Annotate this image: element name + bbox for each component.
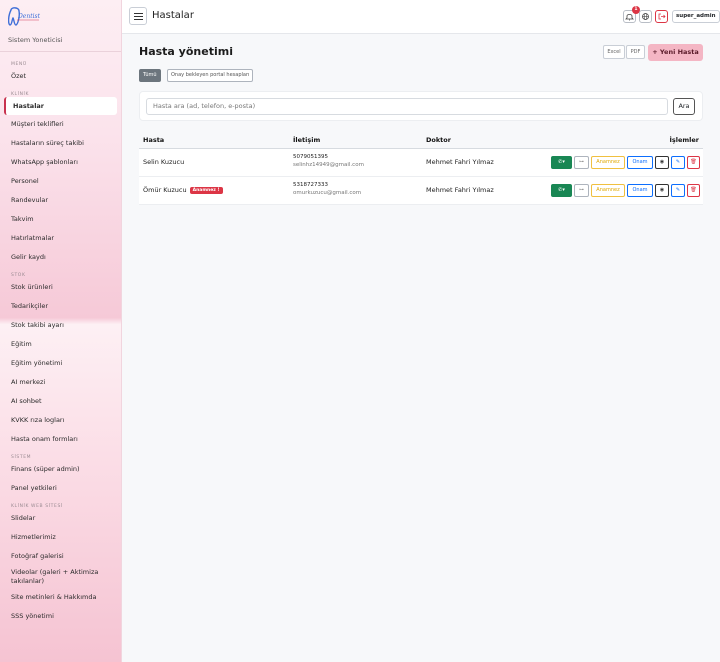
sidebar-item-hatirlatmalar[interactable]: Hatırlatmalar: [0, 229, 121, 248]
search-button[interactable]: Ara: [673, 98, 695, 115]
pencil-icon: ✎: [675, 187, 681, 193]
sidebar-item-takvim[interactable]: Takvim: [0, 210, 121, 229]
anamnez-warning-badge: Anamnez !: [189, 187, 223, 194]
patient-phone: 5318727333: [293, 182, 328, 188]
sidebar-item-randevular[interactable]: Randevular: [0, 191, 121, 210]
sidebar-item-egitim[interactable]: Eğitim: [0, 335, 121, 354]
header-patient: Hasta: [143, 136, 165, 144]
whatsapp-button[interactable]: ✆▾: [551, 156, 572, 169]
patients-table: Hasta İletişim Doktor İşlemler Selin Kuz…: [139, 132, 703, 205]
sidebar-item-finans[interactable]: Finans (süper admin): [0, 460, 121, 479]
hamburger-menu-button[interactable]: [129, 7, 147, 25]
language-button[interactable]: [639, 10, 652, 23]
header-contact: İletişim: [293, 136, 321, 144]
logo[interactable]: Dentist: [0, 0, 121, 30]
new-patient-button[interactable]: + Yeni Hasta: [648, 44, 703, 61]
key-icon: ⊶: [579, 187, 584, 193]
logout-icon: [658, 13, 666, 20]
filter-all[interactable]: Tümü: [139, 69, 161, 82]
sidebar-item-tedarikciler[interactable]: Tedarikçiler: [0, 297, 121, 316]
sidebar-item-stok-ayari[interactable]: Stok takibi ayarı: [0, 316, 121, 335]
eye-icon: ◉: [659, 187, 665, 193]
trash-icon: 🗑: [690, 187, 697, 193]
onam-button[interactable]: Onam: [627, 184, 653, 197]
sidebar-item-fotograf[interactable]: Fotoğraf galerisi: [0, 547, 121, 566]
topbar-title: Hastalar: [152, 10, 194, 21]
edit-button[interactable]: ✎: [671, 184, 685, 197]
contact-cell: 5079051395 selinhz14949@gmail.com: [293, 154, 364, 168]
sidebar-item-whatsapp[interactable]: WhatsApp şablonları: [0, 153, 121, 172]
user-menu[interactable]: super_admin: [672, 10, 720, 23]
sidebar-item-panel-yetkileri[interactable]: Panel yetkileri: [0, 479, 121, 498]
patient-name-cell: Ömür Kuzucu Anamnez !: [143, 186, 223, 194]
sidebar-item-teklifler[interactable]: Müşteri teklifleri: [0, 115, 121, 134]
tooth-logo-icon: Dentist: [7, 7, 41, 26]
patient-phone: 5079051395: [293, 154, 328, 160]
table-row: Selin Kuzucu 5079051395 selinhz14949@gma…: [139, 149, 703, 177]
sidebar-item-ozet[interactable]: Özet: [0, 67, 121, 86]
table-row: Ömür Kuzucu Anamnez ! 5318727333 omurkuzu…: [139, 177, 703, 205]
table-header: Hasta İletişim Doktor İşlemler: [139, 132, 703, 149]
hamburger-icon: [134, 13, 143, 14]
search-input[interactable]: Hasta ara (ad, telefon, e-posta): [146, 98, 668, 115]
patient-email: omurkuzucu@gmail.com: [293, 190, 362, 196]
filter-pending-portal[interactable]: Onay bekleyen portal hesapları: [167, 69, 254, 82]
sidebar-item-site-metinleri[interactable]: Site metinleri & Hakkımda: [0, 588, 121, 607]
patient-name[interactable]: Ömür Kuzucu: [143, 186, 187, 194]
contact-cell: 5318727333 omurkuzucu@gmail.com: [293, 182, 361, 196]
whatsapp-icon: ✆▾: [558, 187, 565, 193]
sidebar-item-surec[interactable]: Hastaların süreç takibi: [0, 134, 121, 153]
patient-doctor: Mehmet Fahri Yılmaz: [426, 186, 494, 194]
sidebar-item-stok-urunleri[interactable]: Stok ürünleri: [0, 278, 121, 297]
sidebar-item-slidelar[interactable]: Slidelar: [0, 509, 121, 528]
eye-icon: ◉: [659, 159, 665, 165]
edit-button[interactable]: ✎: [671, 156, 685, 169]
sidebar-item-kvkk[interactable]: KVKK rıza logları: [0, 411, 121, 430]
onam-button[interactable]: Onam: [627, 156, 653, 169]
globe-icon: [642, 13, 649, 20]
search-card: Hasta ara (ad, telefon, e-posta) Ara: [139, 91, 703, 121]
sidebar-item-hastalar[interactable]: Hastalar: [4, 97, 117, 115]
sidebar-item-personel[interactable]: Personel: [0, 172, 121, 191]
sidebar-item-hizmetlerimiz[interactable]: Hizmetlerimiz: [0, 528, 121, 547]
delete-button[interactable]: 🗑: [687, 184, 700, 197]
patient-email: selinhz14949@gmail.com: [293, 162, 364, 168]
logout-button[interactable]: [655, 10, 668, 23]
page-title: Hasta yönetimi: [139, 45, 233, 58]
key-icon: ⊶: [579, 159, 584, 165]
trash-icon: 🗑: [690, 159, 697, 165]
sidebar-item-onam[interactable]: Hasta onam formları: [0, 430, 121, 449]
patient-doctor: Mehmet Fahri Yılmaz: [426, 158, 494, 166]
sidebar-item-egitim-yonetimi[interactable]: Eğitim yönetimi: [0, 354, 121, 373]
whatsapp-icon: ✆▾: [558, 159, 565, 165]
view-button[interactable]: ◉: [655, 156, 669, 169]
pencil-icon: ✎: [675, 159, 681, 165]
user-role: Sistem Yoneticisi: [8, 36, 63, 44]
header-doctor: Doktor: [426, 136, 451, 144]
anamnez-button[interactable]: Anamnez: [591, 156, 625, 169]
sidebar: Dentist Sistem Yoneticisi MENÜ Özet KLİN…: [0, 0, 122, 662]
patient-name[interactable]: Selin Kuzucu: [143, 158, 184, 166]
svg-text:Dentist: Dentist: [17, 13, 41, 20]
sidebar-item-sss[interactable]: SSS yönetimi: [0, 607, 121, 626]
sidebar-item-ai-merkezi[interactable]: AI merkezi: [0, 373, 121, 392]
sidebar-item-videolar[interactable]: Videolar (galeri + Aktimiza takılanlar): [0, 566, 121, 588]
header-actions: İşlemler: [669, 136, 699, 144]
delete-button[interactable]: 🗑: [687, 156, 700, 169]
pdf-export-button[interactable]: PDF: [626, 45, 645, 59]
anamnez-button[interactable]: Anamnez: [591, 184, 625, 197]
view-button[interactable]: ◉: [655, 184, 669, 197]
excel-export-button[interactable]: Excel: [603, 45, 625, 59]
sidebar-item-ai-sohbet[interactable]: AI sohbet: [0, 392, 121, 411]
whatsapp-button[interactable]: ✆▾: [551, 184, 572, 197]
key-button[interactable]: ⊶: [574, 184, 589, 197]
key-button[interactable]: ⊶: [574, 156, 589, 169]
sidebar-item-gelir[interactable]: Gelir kaydı: [0, 248, 121, 267]
